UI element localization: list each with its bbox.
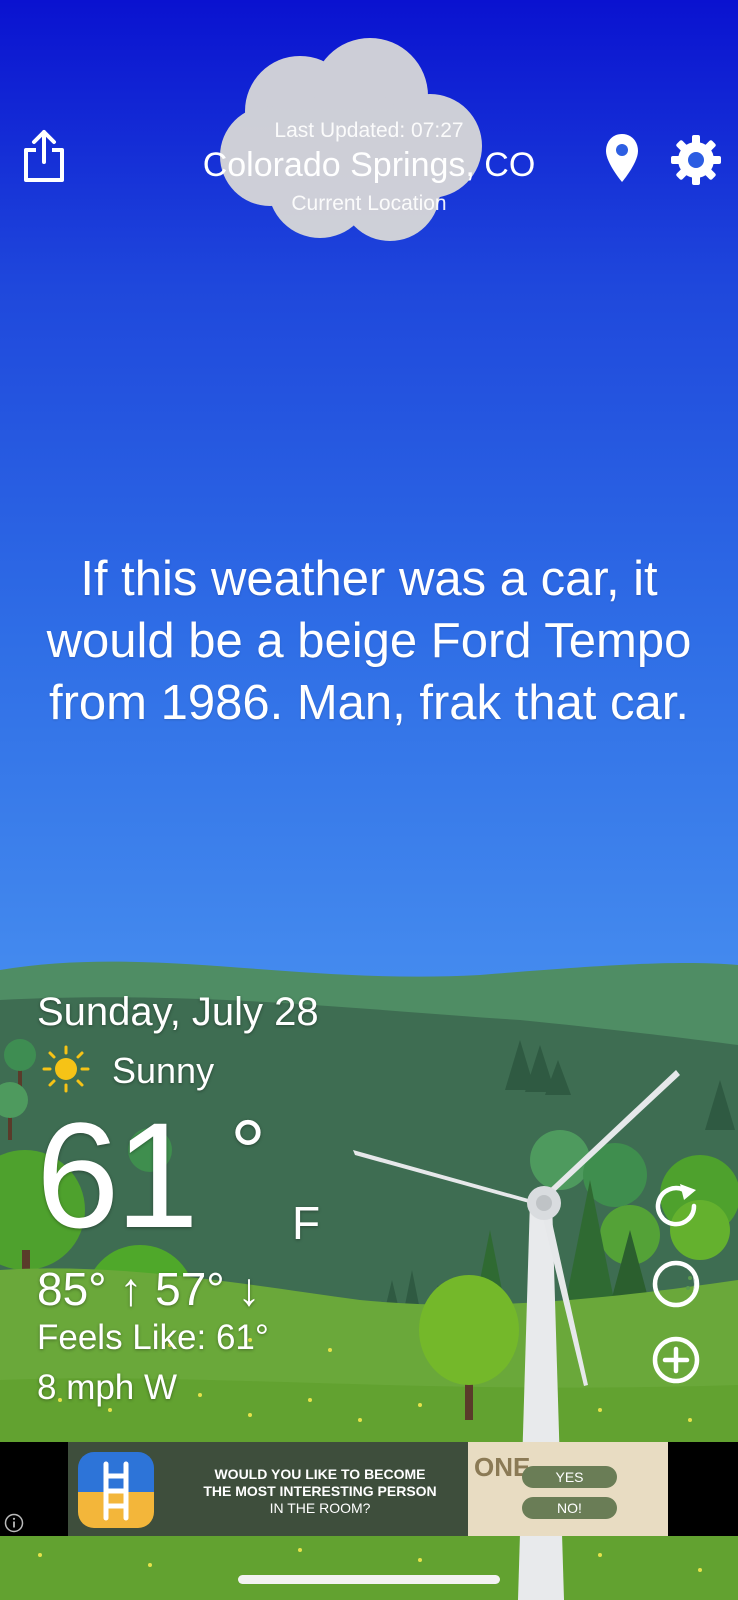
temperature-value: 61 — [36, 1091, 199, 1259]
condition-label: Sunny — [112, 1050, 215, 1091]
feels-like-label: Feels Like: 61° — [37, 1318, 269, 1357]
high-low-temps: 85° ↑ 57° ↓ — [37, 1263, 261, 1315]
ad-yes-button[interactable]: YES — [522, 1466, 617, 1488]
ad-no-button[interactable]: NO! — [522, 1497, 617, 1519]
weather-screen: Last Updated: 07:27 Colorado Springs, CO… — [0, 0, 738, 1600]
refresh-icon[interactable] — [650, 1180, 702, 1232]
sun-icon — [42, 1045, 90, 1093]
ad-line-1: WOULD YOU LIKE TO BECOME — [214, 1466, 426, 1482]
ad-headline[interactable]: WOULD YOU LIKE TO BECOME THE MOST INTERE… — [170, 1466, 470, 1517]
location-pin-icon[interactable] — [604, 132, 640, 184]
add-icon[interactable] — [650, 1334, 702, 1386]
ad-line-2: THE MOST INTERESTING PERSON — [203, 1483, 437, 1499]
degree-symbol: ° — [230, 1103, 266, 1203]
current-location-label: Current Location — [291, 192, 447, 215]
ladder-app-icon[interactable] — [78, 1452, 154, 1528]
temperature-unit[interactable]: F — [292, 1196, 320, 1250]
weather-quote: If this weather was a car, it would be a… — [46, 552, 692, 730]
ad-line-3: IN THE ROOM? — [269, 1500, 371, 1516]
date-label: Sunday, July 28 — [37, 990, 319, 1034]
moon-icon[interactable] — [650, 1258, 702, 1310]
header-cloud — [220, 38, 482, 241]
info-icon[interactable] — [4, 1513, 24, 1533]
gear-icon[interactable] — [670, 134, 722, 186]
wind-label: 8 mph W — [37, 1368, 178, 1407]
home-indicator[interactable] — [238, 1575, 500, 1584]
